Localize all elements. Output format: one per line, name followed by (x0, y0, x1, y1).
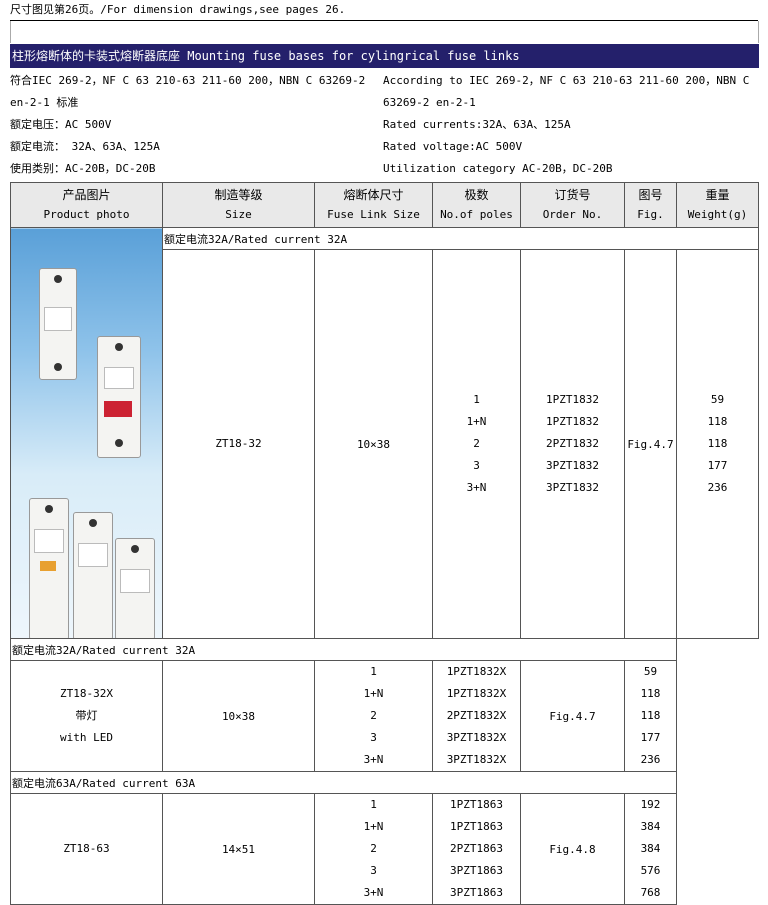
table-row: ZT18-63 14×51 1 1+N 2 3 3+N 1PZT1863 1PZT1863… (10, 793, 759, 905)
weight-cell: 59 118 118 177 236 (676, 249, 759, 639)
spec-line: 63269-2 en-2-1 (383, 96, 476, 109)
specs-chinese: 符合IEC 269-2，NF C 63 210-63 211-60 200，NB… (10, 70, 380, 180)
fig-cell: Fig.4.7 (520, 660, 625, 772)
header-order-no: 订货号 Order No. (520, 182, 625, 228)
specs-english: According to IEC 269-2，NF C 63 210-63 21… (383, 70, 753, 180)
order-cell: 1PZT1832 1PZT1832 2PZT1832 3PZT1832 3PZT1832 (520, 249, 625, 639)
group-heading-row: 额定电流32A/Rated current 32A (10, 638, 759, 661)
header-weight: 重量 Weight(g) (676, 182, 759, 228)
fuse-size-cell: 10×38 (162, 660, 315, 772)
order-cell: 1PZT1832X 1PZT1832X 2PZT1832X 3PZT1832X 3PZT… (432, 660, 521, 772)
size-cell: ZT18-32 (162, 249, 315, 639)
table-header-row: 产品图片 Product photo 制造等级 Size 熔断体尺寸 Fuse Lin… (10, 182, 759, 228)
weight-cell: 192 384 384 576 768 (624, 793, 677, 905)
spec-line: 符合IEC 269-2，NF C 63 210-63 211-60 200，NB… (10, 74, 366, 87)
header-fuse-size: 熔断体尺寸 Fuse Link Size (314, 182, 433, 228)
fig-cell: Fig.4.7 (624, 249, 677, 639)
poles-cell: 1 1+N 2 3 3+N (314, 660, 433, 772)
group-heading-row: 额定电流32A/Rated current 32A (10, 227, 759, 639)
fuse-base-led-image (97, 336, 141, 458)
spacer-box (10, 21, 759, 43)
group-heading: 额定电流32A/Rated current 32A (162, 227, 759, 250)
group-heading: 额定电流63A/Rated current 63A (10, 771, 677, 794)
weight-cell: 59 118 118 177 236 (624, 660, 677, 772)
fuse-size-cell: 14×51 (162, 793, 315, 905)
header-fig: 图号 Fig. (624, 182, 677, 228)
size-cell: ZT18-32X 带灯 with LED (10, 660, 163, 772)
size-cell: ZT18-63 (10, 793, 163, 905)
fuse-base-63a-image (73, 512, 113, 638)
fuse-size-cell: 10×38 (314, 249, 433, 639)
spec-line: 额定电流： 32A、63A、125A (10, 140, 160, 153)
top-note: 尺寸图见第26页。/For dimension drawings,see pag… (10, 0, 758, 21)
fuse-base-image (39, 268, 77, 380)
section-title: 柱形熔断体的卡装式熔断器底座 Mounting fuse bases for c… (10, 44, 759, 68)
spec-line: According to IEC 269-2，NF C 63 210-63 21… (383, 74, 750, 87)
spec-line: Rated currents:32A、63A、125A (383, 118, 571, 131)
poles-cell: 1 1+N 2 3 3+N (432, 249, 521, 639)
group-heading: 额定电流32A/Rated current 32A (10, 638, 677, 661)
order-cell: 1PZT1863 1PZT1863 2PZT1863 3PZT1863 3PZT1863 (432, 793, 521, 905)
product-table: 产品图片 Product photo 制造等级 Size 熔断体尺寸 Fuse Lin… (10, 182, 759, 905)
spec-line: Rated voltage:AC 500V (383, 140, 523, 153)
spec-line: Utilization category AC-20B，DC-20B (383, 162, 613, 175)
spec-line: 使用类别：AC-20B，DC-20B (10, 162, 156, 175)
header-size: 制造等级 Size (162, 182, 315, 228)
poles-cell: 1 1+N 2 3 3+N (314, 793, 433, 905)
group-heading-row: 额定电流63A/Rated current 63A (10, 771, 759, 794)
product-photo (10, 227, 163, 639)
header-photo: 产品图片 Product photo (10, 182, 163, 228)
fig-cell: Fig.4.8 (520, 793, 625, 905)
spec-line: 额定电压：AC 500V (10, 118, 112, 131)
fuse-base-63a-image (29, 498, 69, 638)
fuse-base-63a-image (115, 538, 155, 638)
header-poles: 极数 No.of poles (432, 182, 521, 228)
spec-line: en-2-1 标准 (10, 96, 79, 109)
